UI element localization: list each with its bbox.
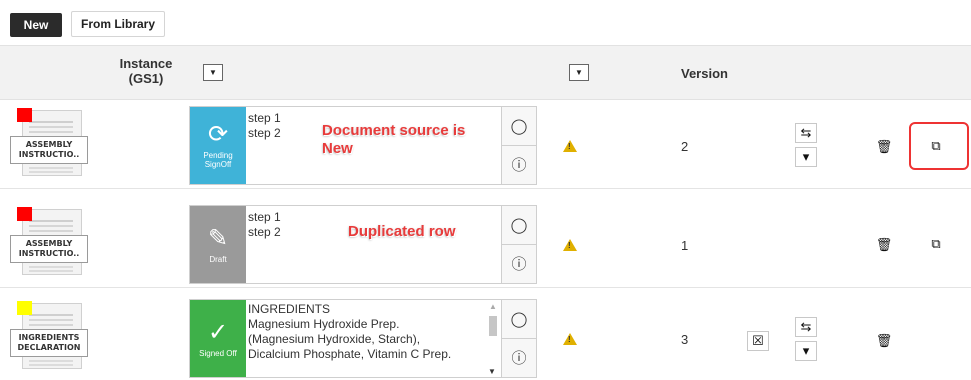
instance-header-label: Instance (GS1) [119, 56, 173, 86]
warning-filter-dropdown[interactable]: ▼ [569, 64, 589, 81]
sync-icon[interactable]: ⇆ [795, 317, 817, 337]
content-text[interactable]: INGREDIENTS Magnesium Hydroxide Prep. (M… [248, 302, 480, 362]
table-row: ASSEMBLY INSTRUCTIO.. ✎ Draft step 1 ste… [0, 199, 971, 288]
chevron-down-icon[interactable]: ▾ [795, 147, 817, 167]
document-thumbnail[interactable]: INGREDIENTS DECLARATION [8, 297, 92, 377]
flag-icon [17, 207, 32, 221]
table-header: Instance (GS1) ▼ ▼ Version [0, 45, 971, 100]
document-label-line-2: DECLARATION [17, 343, 81, 352]
warning-icon: ! [563, 239, 577, 251]
content-scrollbar[interactable]: ▲ ▼ [487, 302, 499, 376]
document-label: ASSEMBLY INSTRUCTIO.. [10, 136, 88, 164]
info-icon[interactable]: ⓘ [502, 338, 536, 376]
document-thumbnail[interactable]: ASSEMBLY INSTRUCTIO.. [8, 203, 92, 283]
content-actions: ◯ ⓘ [501, 300, 536, 377]
annotation-callout: Document source is New [322, 122, 466, 157]
document-label: INGREDIENTS DECLARATION [10, 329, 88, 357]
scroll-thumb[interactable] [489, 316, 497, 336]
pencil-icon: ✎ [207, 224, 229, 252]
content-text[interactable]: step 1 step 2 [248, 111, 281, 141]
checkbox-icon[interactable]: ☒ [747, 331, 769, 351]
content-actions: ◯ ⓘ [501, 206, 536, 283]
document-label-line-1: ASSEMBLY [25, 239, 73, 248]
content-editor: ✓ Signed Off INGREDIENTS Magnesium Hydro… [189, 299, 537, 378]
comment-icon[interactable]: ◯ [502, 206, 536, 244]
version-column-header: Version [681, 66, 728, 81]
table-row: ASSEMBLY INSTRUCTIO.. ⟳ Pending SignOff … [0, 100, 971, 189]
scroll-down-icon[interactable]: ▼ [488, 367, 496, 376]
check-icon: ✓ [207, 318, 229, 346]
trash-icon[interactable]: 🗑 [873, 235, 895, 255]
new-button[interactable]: New [10, 13, 62, 37]
content-text[interactable]: step 1 step 2 [248, 210, 281, 240]
document-label-line-2: INSTRUCTIO.. [18, 249, 80, 258]
instance-column-header: Instance (GS1) [115, 56, 177, 86]
document-thumbnail[interactable]: ASSEMBLY INSTRUCTIO.. [8, 104, 92, 184]
table-row: INGREDIENTS DECLARATION ✓ Signed Off ING… [0, 293, 971, 380]
document-label-line-1: INGREDIENTS [18, 333, 80, 342]
chevron-down-icon: ▼ [209, 68, 217, 77]
content-actions: ◯ ⓘ [501, 107, 536, 184]
flag-icon [17, 108, 32, 122]
status-text: Draft [209, 254, 227, 264]
comment-icon[interactable]: ◯ [502, 107, 536, 145]
version-value: 1 [681, 238, 689, 253]
document-label: ASSEMBLY INSTRUCTIO.. [10, 235, 88, 263]
scroll-up-icon[interactable]: ▲ [489, 302, 497, 311]
document-label-line-2: INSTRUCTIO.. [18, 150, 80, 159]
warning-icon: ! [563, 140, 577, 152]
chevron-down-icon: ▼ [575, 68, 583, 77]
status-badge[interactable]: ⟳ Pending SignOff [190, 107, 246, 184]
trash-icon[interactable]: 🗑 [873, 331, 895, 351]
status-badge[interactable]: ✎ Draft [190, 206, 246, 283]
warning-icon: ! [563, 333, 577, 345]
refresh-icon: ⟳ [207, 121, 229, 148]
status-text: Signed Off [199, 348, 237, 358]
status-badge[interactable]: ✓ Signed Off [190, 300, 246, 377]
duplicate-icon[interactable]: ⧉ [925, 234, 947, 254]
version-value: 2 [681, 139, 689, 154]
info-icon[interactable]: ⓘ [502, 244, 536, 282]
trash-icon[interactable]: 🗑 [873, 137, 895, 157]
flag-icon [17, 301, 32, 315]
from-library-button[interactable]: From Library [71, 11, 165, 37]
version-value: 3 [681, 332, 689, 347]
annotation-callout: Duplicated row [348, 223, 456, 240]
highlight-box [909, 122, 969, 170]
status-filter-dropdown[interactable]: ▼ [203, 64, 223, 81]
sync-icon[interactable]: ⇆ [795, 123, 817, 143]
chevron-down-icon[interactable]: ▾ [795, 341, 817, 361]
status-text: Pending SignOff [203, 151, 233, 169]
document-label-line-1: ASSEMBLY [25, 140, 73, 149]
content-editor: ✎ Draft step 1 step 2 ◯ ⓘ [189, 205, 537, 284]
info-icon[interactable]: ⓘ [502, 145, 536, 183]
comment-icon[interactable]: ◯ [502, 300, 536, 338]
